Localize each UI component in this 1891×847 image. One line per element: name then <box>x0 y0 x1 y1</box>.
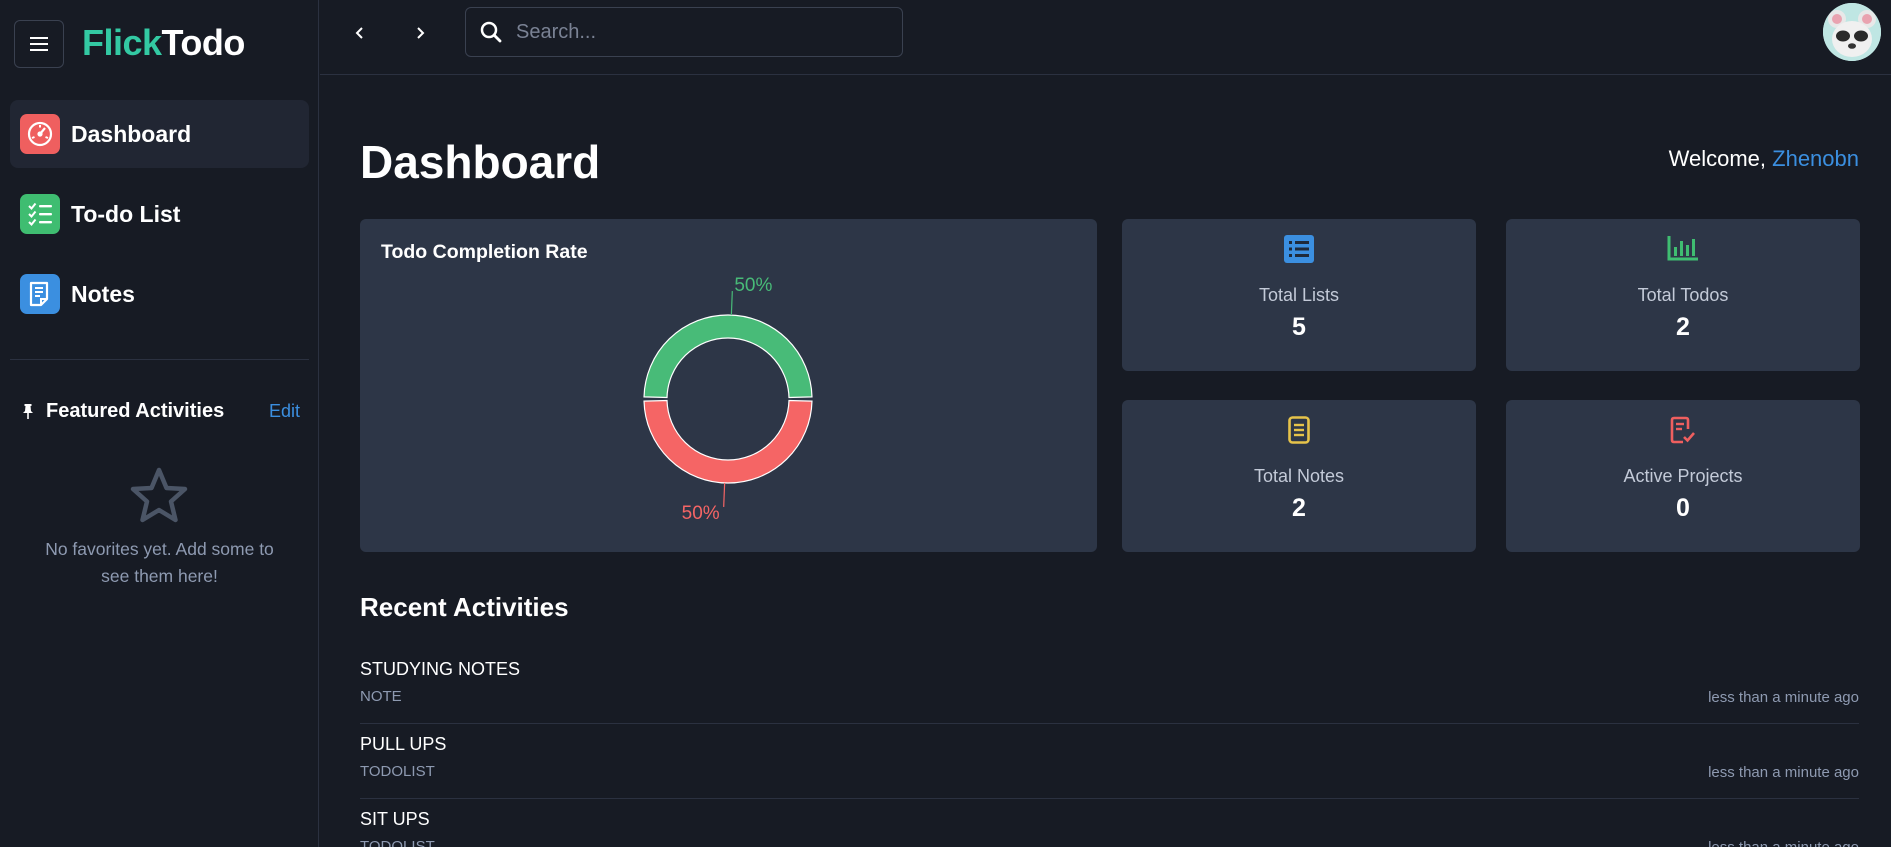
sidebar-item-notes[interactable]: Notes <box>10 260 309 328</box>
pin-icon <box>23 403 33 419</box>
back-button[interactable] <box>345 18 375 48</box>
activity-name: STUDYING NOTES <box>360 659 521 679</box>
activity-time: less than a minute ago <box>1708 764 1859 781</box>
logo-text-todo: Todo <box>161 22 246 63</box>
donut-label-1: 50% <box>682 503 720 524</box>
stat-card-total-lists[interactable]: Total Lists 5 <box>1122 219 1476 371</box>
document-icon <box>1288 416 1310 444</box>
sidebar-item-dashboard[interactable]: Dashboard <box>10 100 309 168</box>
donut-label-0: 50% <box>734 275 772 296</box>
sidebar-item-label: Notes <box>71 280 135 307</box>
activity-type: TODOLIST <box>360 763 435 780</box>
featured-edit-link[interactable]: Edit <box>269 401 300 422</box>
donut-label-line-1 <box>723 482 726 507</box>
avatar[interactable] <box>1823 3 1881 61</box>
activity-type: NOTE <box>360 688 402 705</box>
username-link[interactable]: Zhenobn <box>1772 146 1859 171</box>
activity-type: TODOLIST <box>360 838 435 847</box>
task-check-icon <box>1670 416 1695 444</box>
stat-label: Total Todos <box>1637 285 1729 305</box>
app-logo[interactable]: FlickTodo <box>82 20 245 66</box>
sidebar-divider <box>10 359 309 360</box>
logo-text-flick: Flick <box>82 22 162 63</box>
search-input[interactable] <box>516 20 896 44</box>
forward-button[interactable] <box>405 18 435 48</box>
stat-label: Total Notes <box>1253 466 1345 486</box>
todo-completion-donut-chart: 50% 50% <box>643 275 813 524</box>
stat-value: 2 <box>1292 494 1306 522</box>
activity-item[interactable]: STUDYING NOTES NOTE less than a minute a… <box>360 649 1859 724</box>
stat-value: 2 <box>1676 313 1690 341</box>
activity-item[interactable]: PULL UPS TODOLIST less than a minute ago <box>360 724 1859 799</box>
checklist-icon <box>20 194 60 234</box>
hamburger-icon <box>30 37 48 51</box>
bar-chart-icon <box>1667 236 1698 261</box>
activity-item[interactable]: SIT UPS TODOLIST less than a minute ago <box>360 799 1859 847</box>
sidebar: FlickTodo Dashboard To-do List Notes Fea… <box>0 0 319 847</box>
activity-time: less than a minute ago <box>1708 839 1859 847</box>
sidebar-nav: Dashboard To-do List Notes <box>10 100 309 340</box>
dashboard-gauge-icon <box>20 114 60 154</box>
featured-activities-title: Featured Activities <box>46 400 225 422</box>
stat-value: 5 <box>1292 313 1306 341</box>
user-avatar-image <box>1823 3 1881 61</box>
activity-time: less than a minute ago <box>1708 689 1859 706</box>
menu-toggle-button[interactable] <box>14 20 64 68</box>
sidebar-item-label: To-do List <box>71 200 181 227</box>
stat-card-total-notes[interactable]: Total Notes 2 <box>1122 400 1476 552</box>
search-icon <box>480 21 502 43</box>
favorites-empty-message: No favorites yet. Add some to see them h… <box>45 539 274 586</box>
recent-activities-title: Recent Activities <box>360 592 569 622</box>
welcome-prefix: Welcome, <box>1668 146 1767 171</box>
donut-slice-0[interactable] <box>643 314 813 399</box>
notes-icon <box>20 274 60 314</box>
chevron-left-icon <box>355 27 363 39</box>
stat-card-total-todos[interactable]: Total Todos 2 <box>1506 219 1860 371</box>
stat-label: Total Lists <box>1258 285 1340 305</box>
topbar <box>320 0 1891 75</box>
donut-label-line-0 <box>730 291 733 316</box>
search-box[interactable] <box>465 7 903 57</box>
donut-slice-1[interactable] <box>643 399 813 484</box>
star-outline-icon <box>130 467 188 523</box>
activity-name: SIT UPS <box>360 809 430 829</box>
stat-label: Active Projects <box>1623 466 1743 486</box>
sidebar-item-label: Dashboard <box>71 120 192 147</box>
sidebar-item-todo-list[interactable]: To-do List <box>10 180 309 248</box>
chevron-right-icon <box>417 27 425 39</box>
stat-value: 0 <box>1676 494 1690 522</box>
list-icon <box>1284 235 1314 263</box>
welcome-message: Welcome, Zhenobn <box>1669 146 1859 172</box>
page-title: Dashboard <box>360 136 601 188</box>
activity-name: PULL UPS <box>360 734 447 754</box>
todo-completion-chart-card: Todo Completion Rate 50% 50% <box>360 219 1097 552</box>
stat-card-active-projects[interactable]: Active Projects 0 <box>1506 400 1860 552</box>
featured-activities-header: Featured Activities Edit <box>22 400 300 423</box>
